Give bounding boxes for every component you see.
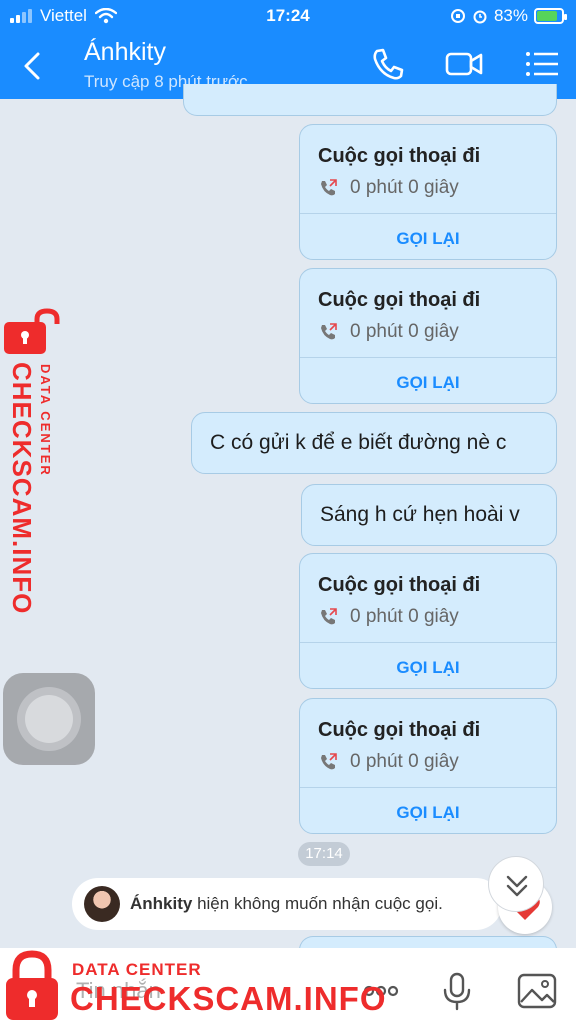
outgoing-call-icon [321,753,337,770]
partial-message-bubble[interactable] [183,84,557,116]
call-duration: 0 phút 0 giây [350,177,459,198]
watermark-tagline: DATA CENTER [38,364,53,477]
battery-icon [534,8,567,24]
call-back-button[interactable]: GỌI LẠI [300,658,556,678]
microphone-icon[interactable] [436,970,478,1012]
call-info: 0 phút 0 giây [318,606,459,628]
status-bar: Viettel 17:24 83% [0,0,576,32]
timestamp-pill: 17:14 [298,842,350,866]
notice-message: hiện không muốn nhận cuộc gọi. [197,894,443,913]
divider [300,787,556,788]
watermark-bottom-brand: CHECKSCAM.INFO [70,980,387,1017]
video-call-icon[interactable] [444,44,484,84]
assistive-core [25,695,73,743]
battery-percent: 83% [493,6,528,25]
phone-icon[interactable] [368,44,408,84]
message-bubble[interactable]: Sáng h cứ hẹn hoài v [301,484,557,546]
outgoing-call-icon [321,179,337,196]
call-card[interactable]: Cuộc gọi thoại đi 0 phút 0 giây GỌI LẠI [299,698,557,834]
call-blocked-notice: Ánhkity hiện không muốn nhận cuộc gọi. [72,878,502,930]
call-back-button[interactable]: GỌI LẠI [300,373,556,393]
image-icon[interactable] [516,970,558,1012]
call-title: Cuộc gọi thoại đi [318,719,481,741]
call-back-button[interactable]: GỌI LẠI [300,229,556,249]
lock-icon [6,950,58,1020]
watermark-bottom-tagline: DATA CENTER [72,960,202,979]
outgoing-call-icon [321,608,337,625]
back-icon[interactable] [16,48,48,84]
call-card[interactable]: Cuộc gọi thoại đi 0 phút 0 giây GỌI LẠI [299,553,557,689]
status-right: 83% [450,6,567,26]
scroll-down-icon [506,875,528,897]
call-info: 0 phút 0 giây [318,321,459,343]
call-duration: 0 phút 0 giây [350,606,459,627]
assistive-touch-button[interactable] [3,673,95,765]
lock-icon [4,308,60,354]
message-text: C có gửi k để e biết đường nè c [210,431,507,454]
call-duration: 0 phút 0 giây [350,751,459,772]
notice-text: Ánhkity hiện không muốn nhận cuộc gọi. [130,894,443,914]
alarm-icon [473,10,487,24]
notice-name: Ánhkity [130,894,193,913]
call-info: 0 phút 0 giây [318,751,459,773]
watermark-brand: CHECKSCAM.INFO [7,362,37,615]
orientation-lock-icon [450,9,465,23]
call-duration: 0 phút 0 giây [350,321,459,342]
call-info: 0 phút 0 giây [318,177,459,199]
call-title: Cuộc gọi thoại đi [318,289,481,311]
outgoing-call-icon [321,323,337,340]
call-back-button[interactable]: GỌI LẠI [300,803,556,823]
call-card[interactable]: Cuộc gọi thoại đi 0 phút 0 giây GỌI LẠI [299,268,557,404]
divider [300,642,556,643]
divider [300,357,556,358]
call-card[interactable]: Cuộc gọi thoại đi 0 phút 0 giây GỌI LẠI [299,124,557,260]
scroll-to-bottom-button[interactable] [488,856,544,912]
divider [300,213,556,214]
avatar[interactable] [84,886,120,922]
message-text: Sáng h cứ hẹn hoài v [320,503,520,526]
message-bubble[interactable]: C có gửi k để e biết đường nè c [191,412,557,474]
menu-list-icon[interactable] [522,44,562,84]
call-title: Cuộc gọi thoại đi [318,574,481,596]
call-title: Cuộc gọi thoại đi [318,145,481,167]
watermark-side: CHECKSCAM.INFO DATA CENTER [4,308,64,614]
contact-name[interactable]: Ánhkity [84,38,166,67]
